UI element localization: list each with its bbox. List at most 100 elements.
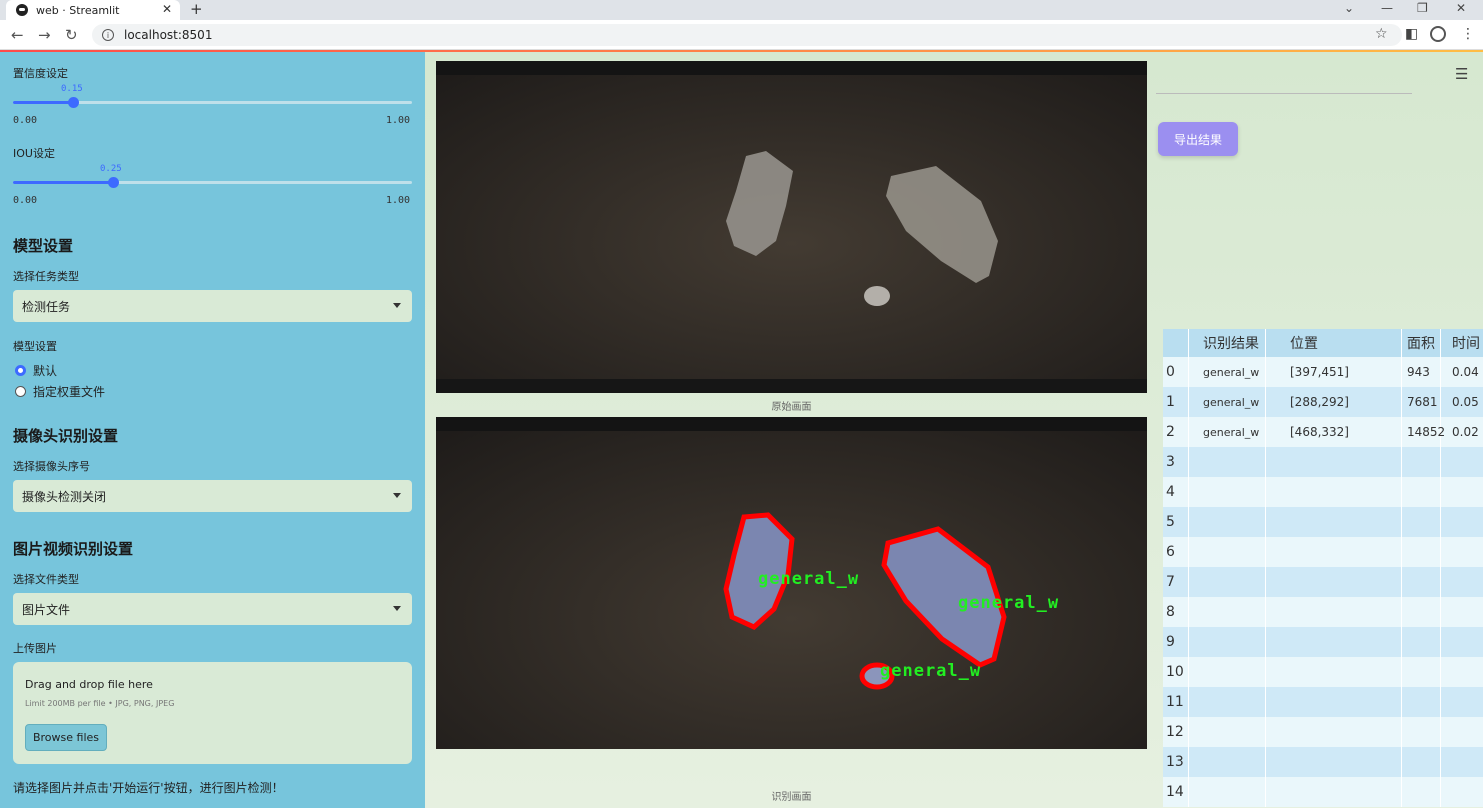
table-cell <box>1266 507 1402 537</box>
table-header-cell: 位置 <box>1266 329 1402 357</box>
profile-avatar-icon[interactable] <box>1430 26 1446 42</box>
drag-drop-text: Drag and drop file here <box>25 678 153 691</box>
table-row: 1 general_w [288,292] 7681 0.05 <box>1163 387 1483 417</box>
browser-tab[interactable]: web · Streamlit ✕ <box>6 0 180 20</box>
original-image <box>436 61 1147 393</box>
browse-files-button[interactable]: Browse files <box>25 724 107 751</box>
table-cell: 2 <box>1163 417 1189 447</box>
radio-custom-weights[interactable]: 指定权重文件 <box>15 383 105 400</box>
table-row: 4 <box>1163 477 1483 507</box>
confidence-value: 0.15 <box>61 84 83 94</box>
camera-index-label: 选择摄像头序号 <box>13 460 90 473</box>
model-setting-label: 模型设置 <box>13 340 57 353</box>
address-bar: ← → ↻ i localhost:8501 ☆ ◧ ⋮ <box>0 20 1483 50</box>
side-panel-icon[interactable]: ◧ <box>1405 26 1418 42</box>
table-cell <box>1189 567 1266 597</box>
radio-default-label: 默认 <box>33 364 58 378</box>
table-cell <box>1402 627 1441 657</box>
table-cell <box>1402 597 1441 627</box>
file-type-label: 选择文件类型 <box>13 573 79 586</box>
table-cell <box>1441 537 1483 567</box>
iou-slider-thumb[interactable] <box>107 177 119 188</box>
radio-custom-weights-label: 指定权重文件 <box>33 385 106 399</box>
task-type-select[interactable]: 检测任务 <box>13 290 412 322</box>
table-cell <box>1402 777 1441 807</box>
chevron-down-icon <box>393 303 401 308</box>
new-tab-icon[interactable]: + <box>190 0 203 18</box>
hint-text: 请选择图片并点击'开始运行'按钮，进行图片检测！ <box>13 781 284 795</box>
table-row: 10 <box>1163 657 1483 687</box>
confidence-slider-thumb[interactable] <box>67 97 79 108</box>
table-row: 11 <box>1163 687 1483 717</box>
confidence-slider[interactable] <box>13 97 412 108</box>
streamlit-logo-icon <box>16 4 28 16</box>
table-cell <box>1402 687 1441 717</box>
table-cell <box>1441 627 1483 657</box>
table-cell <box>1402 447 1441 477</box>
camera-index-select[interactable]: 摄像头检测关闭 <box>13 480 412 512</box>
forward-icon[interactable]: → <box>38 26 51 44</box>
camera-section-title: 摄像头识别设置 <box>13 427 119 445</box>
table-cell <box>1266 477 1402 507</box>
original-image-caption: 原始画面 <box>771 402 812 413</box>
table-row: 13 <box>1163 747 1483 777</box>
browser-tab-bar: web · Streamlit ✕ + ⌄ — ❐ ✕ <box>0 0 1483 20</box>
table-cell: 7681 <box>1402 387 1441 417</box>
table-cell <box>1266 717 1402 747</box>
table-cell <box>1441 477 1483 507</box>
table-cell <box>1189 597 1266 627</box>
radio-default[interactable]: 默认 <box>15 362 57 379</box>
table-cell <box>1266 567 1402 597</box>
chevron-down-icon <box>393 606 401 611</box>
back-icon[interactable]: ← <box>11 26 24 44</box>
tab-title: web · Streamlit <box>36 3 120 17</box>
iou-slider[interactable] <box>13 177 412 188</box>
table-cell <box>1402 537 1441 567</box>
table-cell <box>1189 447 1266 477</box>
table-row: 14 <box>1163 777 1483 807</box>
close-window-icon[interactable]: ✕ <box>1456 1 1466 15</box>
upload-label: 上传图片 <box>13 642 57 655</box>
hamburger-menu-icon[interactable]: ☰ <box>1455 65 1468 83</box>
export-results-button[interactable]: 导出结果 <box>1158 122 1238 156</box>
radio-selected-icon <box>15 365 26 376</box>
table-cell <box>1402 477 1441 507</box>
table-cell <box>1266 537 1402 567</box>
tab-search-icon[interactable]: ⌄ <box>1344 1 1354 15</box>
file-type-select[interactable]: 图片文件 <box>13 593 412 625</box>
table-cell: 10 <box>1163 657 1189 687</box>
table-cell <box>1266 777 1402 807</box>
table-row: 9 <box>1163 627 1483 657</box>
close-tab-icon[interactable]: ✕ <box>162 2 172 16</box>
table-cell <box>1189 657 1266 687</box>
confidence-label: 置信度设定 <box>13 67 68 80</box>
table-cell <box>1402 567 1441 597</box>
iou-min: 0.00 <box>13 195 38 206</box>
table-cell <box>1266 447 1402 477</box>
camera-index-value: 摄像头检测关闭 <box>22 489 107 504</box>
table-cell: 943 <box>1402 357 1441 387</box>
confidence-min: 0.00 <box>13 115 38 126</box>
table-cell: 3 <box>1163 447 1189 477</box>
minimize-icon[interactable]: — <box>1381 1 1393 15</box>
url-field[interactable]: i localhost:8501 <box>92 24 1402 46</box>
table-cell: 14852 <box>1402 417 1445 447</box>
task-type-label: 选择任务类型 <box>13 270 79 283</box>
task-type-value: 检测任务 <box>22 299 71 314</box>
restore-icon[interactable]: ❐ <box>1417 1 1428 15</box>
radio-unselected-icon <box>15 386 26 397</box>
table-cell: 1 <box>1163 387 1189 417</box>
file-uploader-dropzone[interactable]: Drag and drop file here Limit 200MB per … <box>13 662 412 764</box>
table-cell <box>1266 597 1402 627</box>
table-row: 7 <box>1163 567 1483 597</box>
bookmark-star-icon[interactable]: ☆ <box>1375 26 1388 42</box>
table-cell <box>1189 777 1266 807</box>
reload-icon[interactable]: ↻ <box>65 26 78 44</box>
table-header-cell: 识别结果 <box>1189 329 1266 357</box>
table-cell <box>1266 747 1402 777</box>
menu-kebab-icon[interactable]: ⋮ <box>1461 26 1475 42</box>
table-cell <box>1441 447 1483 477</box>
file-type-value: 图片文件 <box>22 602 71 617</box>
site-info-icon[interactable]: i <box>102 29 114 41</box>
table-cell: 11 <box>1163 687 1189 717</box>
